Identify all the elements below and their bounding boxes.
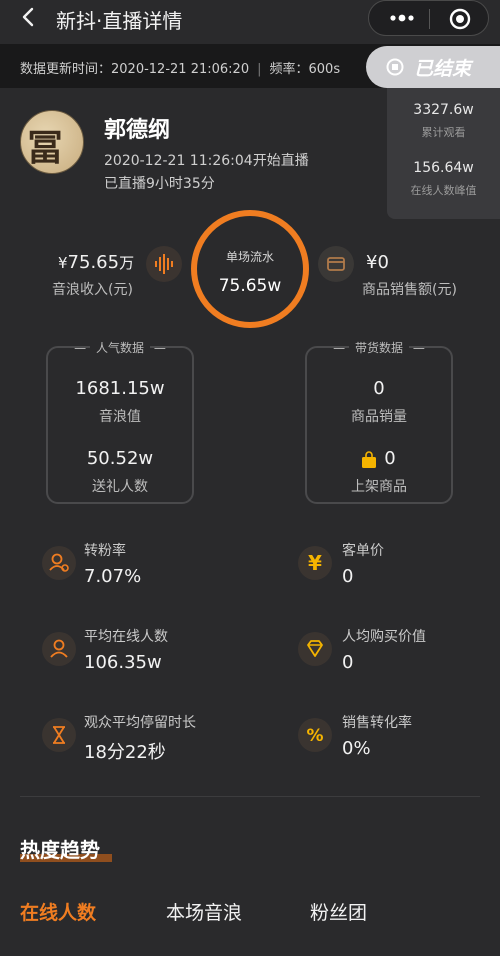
per-capita-value: 0	[342, 652, 354, 673]
popularity-panel: — 人气数据 — 1681.15w 音浪值 50.52w 送礼人数	[46, 341, 194, 504]
goods-panel: — 带货数据 — 0 商品销量 0 上架商品	[305, 341, 453, 504]
peak-online-label: 在线人数峰值	[410, 184, 477, 197]
tab-fan-club[interactable]: 粉丝团	[310, 898, 367, 925]
tab-online-users[interactable]: 在线人数	[20, 898, 96, 925]
capsule-divider	[429, 9, 430, 29]
page-title: 新抖·直播详情	[56, 9, 183, 33]
audience-side-panel: 3327.6w 累计观看 156.64w 在线人数峰值	[387, 88, 500, 219]
peak-online-value: 156.64w	[413, 160, 474, 176]
mini-program-capsule	[368, 0, 489, 36]
gifters-value: 50.52w	[86, 448, 154, 469]
sound-income-label: 音浪收入(元)	[52, 282, 133, 298]
diamond-icon	[298, 632, 332, 666]
trend-title: 热度趋势	[20, 838, 100, 862]
listed-value: 0	[384, 448, 396, 469]
stop-icon	[386, 58, 404, 76]
close-miniprogram-icon[interactable]	[449, 8, 471, 30]
listed-label: 上架商品	[351, 479, 407, 495]
conversion-label: 销售转化率	[342, 715, 412, 731]
per-capita-label: 人均购买价值	[342, 629, 426, 645]
avg-order-value: 0	[342, 566, 354, 587]
avg-order-label: 客单价	[342, 543, 384, 559]
fan-rate-value: 7.07%	[84, 566, 142, 587]
fan-conversion-icon	[42, 546, 76, 580]
navigation-bar: 新抖·直播详情	[0, 0, 500, 36]
live-duration: 已直播9小时35分	[104, 176, 215, 192]
svg-text:%: %	[306, 726, 323, 746]
live-status-badge: 已结束	[366, 46, 500, 88]
goods-sales-value: ¥0	[366, 252, 389, 273]
sound-label: 音浪值	[99, 409, 141, 425]
flow-value: 75.65w	[218, 276, 282, 296]
yen-icon: ¥	[298, 546, 332, 580]
single-session-flow-ring: 单场流水 75.65w	[191, 210, 309, 328]
avatar[interactable]: 冨	[20, 110, 84, 174]
sound-income-value: ¥75.65万	[58, 252, 135, 273]
avatar-calligraphy: 冨	[27, 127, 64, 169]
person-icon	[42, 632, 76, 666]
popularity-header: — 人气数据 —	[74, 341, 166, 355]
more-dots-icon[interactable]	[387, 10, 417, 26]
svg-text:¥: ¥	[308, 551, 322, 575]
avg-online-label: 平均在线人数	[84, 629, 168, 645]
sound-wave-icon	[146, 246, 182, 282]
avg-online-value: 106.35w	[84, 652, 162, 673]
stay-duration-label: 观众平均停留时长	[84, 715, 196, 731]
total-views-value: 3327.6w	[413, 102, 474, 118]
shop-icon	[318, 246, 354, 282]
section-divider	[20, 796, 480, 797]
conversion-value: 0%	[342, 738, 371, 759]
sales-count-value: 0	[373, 378, 385, 399]
hourglass-icon	[42, 718, 76, 752]
stay-duration-value: 18分22秒	[84, 742, 166, 763]
start-time: 2020-12-21 11:26:04开始直播	[104, 153, 309, 169]
goods-header: — 带货数据 —	[333, 341, 425, 355]
gifters-label: 送礼人数	[92, 479, 148, 495]
update-info-text: 数据更新时间：2020-12-21 21:06:20 | 频率：600s	[20, 62, 341, 77]
total-views-label: 累计观看	[421, 126, 466, 139]
tab-session-sound[interactable]: 本场音浪	[166, 898, 242, 925]
anchor-name: 郭德纲	[104, 118, 171, 143]
flow-label: 单场流水	[225, 250, 274, 264]
sound-value: 1681.15w	[75, 378, 165, 399]
back-arrow-icon[interactable]	[18, 6, 40, 28]
sales-count-label: 商品销量	[351, 409, 407, 425]
status-label: 已结束	[414, 58, 472, 80]
fan-rate-label: 转粉率	[84, 543, 126, 559]
percent-icon: %	[298, 718, 332, 752]
goods-sales-label: 商品销售额(元)	[362, 282, 457, 298]
